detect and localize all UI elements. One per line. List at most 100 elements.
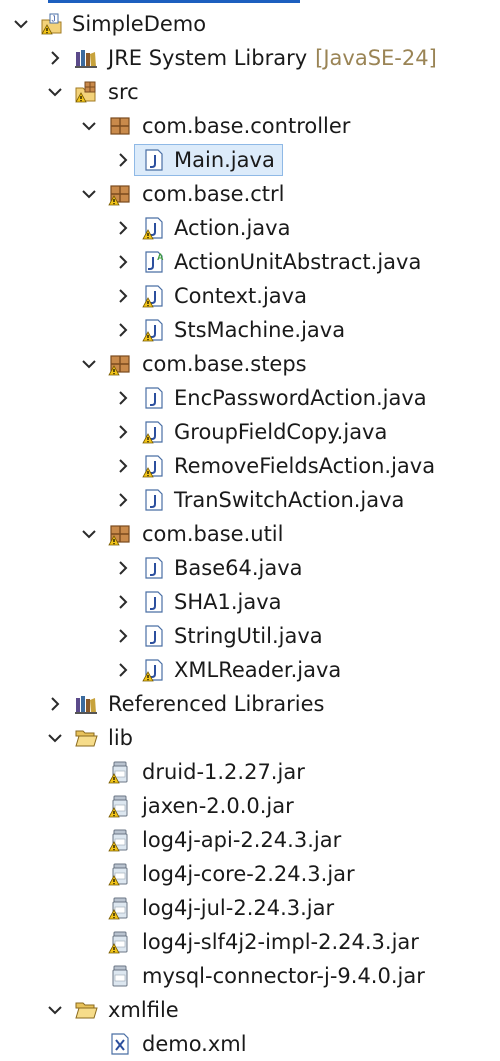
tree-item-label: log4j-slf4j2-impl-2.24.3.jar xyxy=(142,930,419,954)
jar-icon xyxy=(108,760,132,784)
tree-item-groupfieldcopy-java[interactable]: GroupFieldCopy.java xyxy=(0,415,500,449)
tree-item-label: RemoveFieldsAction.java xyxy=(174,454,436,478)
tree-item-label: xmlfile xyxy=(108,998,179,1022)
java-file-icon xyxy=(142,590,166,614)
package-icon xyxy=(108,182,132,206)
jar-icon xyxy=(108,896,132,920)
tree-item-jar-mysql-connector[interactable]: mysql-connector-j-9.4.0.jar xyxy=(0,959,500,993)
chevron-down-icon[interactable] xyxy=(46,729,64,747)
tree-item-stringutil-java[interactable]: StringUtil.java xyxy=(0,619,500,653)
library-icon xyxy=(74,692,98,716)
jar-icon xyxy=(108,862,132,886)
tree-item-action-java[interactable]: Action.java xyxy=(0,211,500,245)
jar-icon xyxy=(108,930,132,954)
folder-icon xyxy=(74,726,98,750)
chevron-down-icon[interactable] xyxy=(46,1001,64,1019)
chevron-down-icon[interactable] xyxy=(12,15,30,33)
folder-icon xyxy=(74,998,98,1022)
chevron-right-icon[interactable] xyxy=(114,457,132,475)
java-file-icon xyxy=(142,624,166,648)
tree-item-package-util[interactable]: com.base.util xyxy=(0,517,500,551)
view-focus-line xyxy=(48,0,300,3)
chevron-right-icon[interactable] xyxy=(46,695,64,713)
tree-item-label: jaxen-2.0.0.jar xyxy=(142,794,294,818)
svg-text:J: J xyxy=(52,15,56,24)
chevron-right-icon[interactable] xyxy=(114,287,132,305)
tree-item-label: com.base.steps xyxy=(142,352,307,376)
tree-item-label: com.base.ctrl xyxy=(142,182,285,206)
tree-item-lib-folder[interactable]: lib xyxy=(0,721,500,755)
chevron-down-icon[interactable] xyxy=(80,117,98,135)
java-file-icon xyxy=(142,318,166,342)
tree-item-encpasswordaction-java[interactable]: EncPasswordAction.java xyxy=(0,381,500,415)
chevron-right-icon[interactable] xyxy=(114,491,132,509)
tree-item-removefieldsaction-java[interactable]: RemoveFieldsAction.java xyxy=(0,449,500,483)
tree-item-label: TranSwitchAction.java xyxy=(174,488,405,512)
tree-item-jar-log4j-slf4j2-impl[interactable]: log4j-slf4j2-impl-2.24.3.jar xyxy=(0,925,500,959)
tree-item-jre-system-library[interactable]: JRE System Library [JavaSE-24] xyxy=(0,41,500,75)
chevron-down-icon[interactable] xyxy=(80,185,98,203)
tree-item-label: StringUtil.java xyxy=(174,624,323,648)
chevron-right-icon[interactable] xyxy=(114,423,132,441)
chevron-right-icon[interactable] xyxy=(114,321,132,339)
tree-item-jar-log4j-jul[interactable]: log4j-jul-2.24.3.jar xyxy=(0,891,500,925)
package-explorer-tree: J SimpleDemo JRE System Library [JavaSE-2… xyxy=(0,0,500,1061)
java-file-icon xyxy=(142,216,166,240)
chevron-right-icon[interactable] xyxy=(114,219,132,237)
chevron-right-icon[interactable] xyxy=(114,627,132,645)
tree-item-actionunitabstract-java[interactable]: A ActionUnitAbstract.java xyxy=(0,245,500,279)
tree-item-transwitchaction-java[interactable]: TranSwitchAction.java xyxy=(0,483,500,517)
tree-item-demo-xml[interactable]: demo.xml xyxy=(0,1027,500,1061)
tree-item-package-controller[interactable]: com.base.controller xyxy=(0,109,500,143)
tree-item-label: Referenced Libraries xyxy=(108,692,325,716)
tree-item-label: JRE System Library [JavaSE-24] xyxy=(108,46,437,70)
jar-icon xyxy=(108,964,132,988)
java-file-icon xyxy=(142,488,166,512)
tree-item-label: log4j-core-2.24.3.jar xyxy=(142,862,355,886)
tree-item-stsmachine-java[interactable]: StsMachine.java xyxy=(0,313,500,347)
tree-item-main-java[interactable]: Main.java xyxy=(0,143,500,177)
tree-item-jar-jaxen[interactable]: jaxen-2.0.0.jar xyxy=(0,789,500,823)
tree-item-label: mysql-connector-j-9.4.0.jar xyxy=(142,964,425,988)
tree-item-label: ActionUnitAbstract.java xyxy=(174,250,422,274)
tree-item-referenced-libraries[interactable]: Referenced Libraries xyxy=(0,687,500,721)
tree-item-jar-log4j-api[interactable]: log4j-api-2.24.3.jar xyxy=(0,823,500,857)
chevron-right-icon[interactable] xyxy=(114,559,132,577)
tree-item-sha1-java[interactable]: SHA1.java xyxy=(0,585,500,619)
tree-item-label: Context.java xyxy=(174,284,307,308)
tree-item-label: druid-1.2.27.jar xyxy=(142,760,305,784)
chevron-right-icon[interactable] xyxy=(114,661,132,679)
tree-item-xmlfile-folder[interactable]: xmlfile xyxy=(0,993,500,1027)
java-project-icon: J xyxy=(40,12,64,36)
java-file-icon xyxy=(142,556,166,580)
tree-item-label: Action.java xyxy=(174,216,291,240)
tree-item-simpledemo[interactable]: J SimpleDemo xyxy=(0,7,500,41)
tree-item-base64-java[interactable]: Base64.java xyxy=(0,551,500,585)
jar-icon xyxy=(108,828,132,852)
source-folder-icon xyxy=(74,80,98,104)
tree-item-context-java[interactable]: Context.java xyxy=(0,279,500,313)
abstract-java-file-icon: A xyxy=(142,250,166,274)
tree-item-label: demo.xml xyxy=(142,1032,247,1056)
chevron-down-icon[interactable] xyxy=(80,525,98,543)
tree-item-xmlreader-java[interactable]: XMLReader.java xyxy=(0,653,500,687)
tree-item-package-steps[interactable]: com.base.steps xyxy=(0,347,500,381)
chevron-right-icon[interactable] xyxy=(114,389,132,407)
chevron-right-icon[interactable] xyxy=(114,151,132,169)
tree-item-label: GroupFieldCopy.java xyxy=(174,420,388,444)
chevron-down-icon[interactable] xyxy=(46,83,64,101)
tree-item-jar-log4j-core[interactable]: log4j-core-2.24.3.jar xyxy=(0,857,500,891)
tree-item-label: com.base.controller xyxy=(142,114,351,138)
chevron-right-icon[interactable] xyxy=(46,49,64,67)
tree-item-src[interactable]: src xyxy=(0,75,500,109)
package-icon xyxy=(108,522,132,546)
tree-item-label: com.base.util xyxy=(142,522,284,546)
chevron-right-icon[interactable] xyxy=(114,593,132,611)
tree-item-label: Base64.java xyxy=(174,556,303,580)
tree-item-label: SimpleDemo xyxy=(72,12,207,36)
tree-item-jar-druid[interactable]: druid-1.2.27.jar xyxy=(0,755,500,789)
chevron-right-icon[interactable] xyxy=(114,253,132,271)
tree-item-package-ctrl[interactable]: com.base.ctrl xyxy=(0,177,500,211)
tree-item-label: XMLReader.java xyxy=(174,658,342,682)
chevron-down-icon[interactable] xyxy=(80,355,98,373)
